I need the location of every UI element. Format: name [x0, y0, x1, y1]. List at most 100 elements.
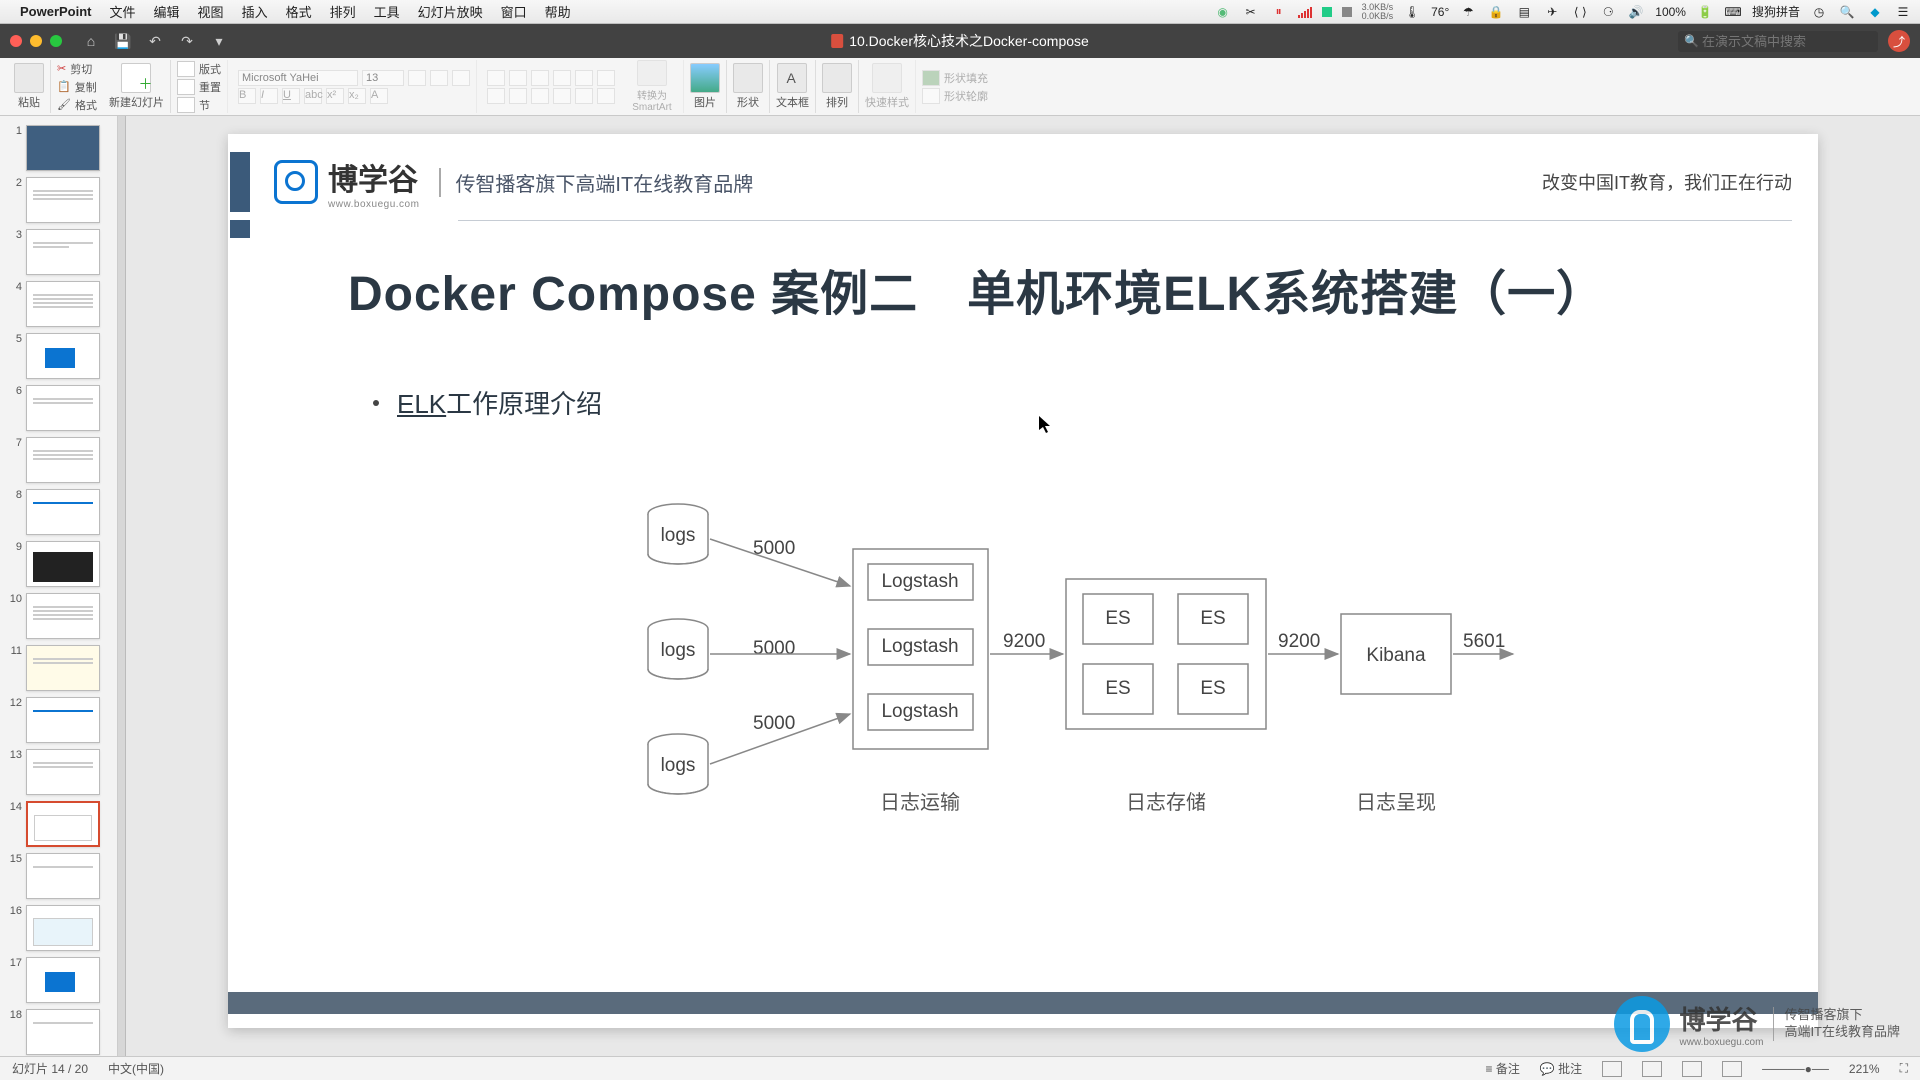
smartart-icon[interactable] — [637, 60, 667, 86]
slide-thumbnails-panel[interactable]: 1 2 3 4 5 6 7 8 9 10 11 12 13 14 15 16 1… — [0, 116, 118, 1056]
format-painter-label[interactable]: 格式 — [75, 97, 97, 113]
home-icon[interactable]: ⌂ — [82, 32, 100, 50]
zoom-pct[interactable]: 221% — [1849, 1062, 1880, 1076]
menu-insert[interactable]: 插入 — [242, 2, 268, 21]
slide-thumb-12[interactable] — [26, 697, 100, 743]
app-name[interactable]: PowerPoint — [20, 4, 92, 19]
slide-thumb-10[interactable] — [26, 593, 100, 639]
slide-thumb-16[interactable] — [26, 905, 100, 951]
thermometer-icon[interactable]: 🌡 — [1403, 5, 1421, 19]
slide-thumb-9[interactable] — [26, 541, 100, 587]
menu-edit[interactable]: 编辑 — [154, 2, 180, 21]
copy-label[interactable]: 复制 — [75, 79, 97, 95]
paste-icon[interactable] — [14, 63, 44, 93]
align-right-icon[interactable] — [531, 88, 549, 104]
battery-icon[interactable]: 🔋 — [1696, 5, 1714, 19]
indent-right-icon[interactable] — [553, 70, 571, 86]
clock-icon[interactable]: ◷ — [1810, 5, 1828, 19]
menu-arrange[interactable]: 排列 — [330, 2, 356, 21]
qa-customize-icon[interactable]: ▾ — [210, 32, 228, 50]
fit-to-window-icon[interactable]: ⛶ — [1900, 1061, 1908, 1076]
menu-format[interactable]: 格式 — [286, 2, 312, 21]
indent-left-icon[interactable] — [531, 70, 549, 86]
window-zoom-button[interactable] — [50, 35, 62, 47]
picture-icon[interactable] — [690, 63, 720, 93]
shape-outline-label[interactable]: 形状轮廓 — [944, 88, 988, 104]
status-comments[interactable]: 💬 批注 — [1540, 1060, 1582, 1077]
slide-thumb-2[interactable] — [26, 177, 100, 223]
pause-icon[interactable]: ⏸ — [1270, 5, 1288, 19]
quickstyles-icon[interactable] — [872, 63, 902, 93]
menu-slideshow[interactable]: 幻灯片放映 — [418, 2, 483, 21]
decrease-font-icon[interactable] — [430, 70, 448, 86]
align-text-icon[interactable] — [597, 88, 615, 104]
slide-thumb-1[interactable] — [26, 125, 100, 171]
menu-view[interactable]: 视图 — [198, 2, 224, 21]
arrange-icon[interactable] — [822, 63, 852, 93]
new-slide-icon[interactable]: ＋ — [121, 63, 151, 93]
slide-thumb-5[interactable] — [26, 333, 100, 379]
redo-icon[interactable]: ↷ — [178, 32, 196, 50]
volume-icon[interactable]: 🔊 — [1627, 5, 1645, 19]
spotlight-icon[interactable]: 🔍 — [1838, 5, 1856, 19]
slide-thumb-6[interactable] — [26, 385, 100, 431]
shape-fill-label[interactable]: 形状填充 — [944, 70, 988, 86]
undo-icon[interactable]: ↶ — [146, 32, 164, 50]
layout-label[interactable]: 版式 — [199, 61, 221, 77]
gray-indicator-icon[interactable] — [1342, 7, 1352, 17]
slide-thumb-4[interactable] — [26, 281, 100, 327]
notifications-icon[interactable]: ☰ — [1894, 5, 1912, 19]
umbrella-icon[interactable]: ☂ — [1459, 5, 1477, 19]
status-language[interactable]: 中文(中国) — [108, 1060, 164, 1077]
reset-label[interactable]: 重置 — [199, 79, 221, 95]
slide-thumb-7[interactable] — [26, 437, 100, 483]
bold-icon[interactable]: B — [238, 88, 256, 104]
text-direction-icon[interactable] — [597, 70, 615, 86]
keyboard-icon[interactable]: ⌨ — [1724, 5, 1742, 19]
slideshow-view-icon[interactable] — [1722, 1061, 1742, 1077]
slide-thumb-3[interactable] — [26, 229, 100, 275]
numbering-icon[interactable] — [509, 70, 527, 86]
textbox-icon[interactable]: A — [777, 63, 807, 93]
slide[interactable]: 博学谷 www.boxuegu.com 传智播客旗下高端IT在线教育品牌 改变中… — [228, 134, 1818, 1028]
plane-icon[interactable]: ✈ — [1543, 5, 1561, 19]
window-minimize-button[interactable] — [30, 35, 42, 47]
status-notes[interactable]: ≡ 备注 — [1485, 1060, 1519, 1077]
subscript-icon[interactable]: x₂ — [348, 88, 366, 104]
menu-tools[interactable]: 工具 — [374, 2, 400, 21]
menu-file[interactable]: 文件 — [110, 2, 136, 21]
slide-thumb-15[interactable] — [26, 853, 100, 899]
menu-help[interactable]: 帮助 — [545, 2, 571, 21]
italic-icon[interactable]: I — [260, 88, 278, 104]
activity-bars-icon[interactable] — [1298, 6, 1312, 18]
window-close-button[interactable] — [10, 35, 22, 47]
wifi-icon[interactable]: ⚆ — [1599, 5, 1617, 19]
zoom-slider[interactable]: ─────●── — [1762, 1062, 1829, 1076]
shapes-icon[interactable] — [733, 63, 763, 93]
slide-thumb-8[interactable] — [26, 489, 100, 535]
anglebrackets-icon[interactable]: ⟨ ⟩ — [1571, 5, 1589, 19]
green-indicator-icon[interactable] — [1322, 7, 1332, 17]
hammer-icon[interactable]: ▤ — [1515, 5, 1533, 19]
share-button[interactable]: ⤴ — [1888, 30, 1910, 52]
bullets-icon[interactable] — [487, 70, 505, 86]
normal-view-icon[interactable] — [1602, 1061, 1622, 1077]
sorter-view-icon[interactable] — [1642, 1061, 1662, 1077]
slide-thumb-17[interactable] — [26, 957, 100, 1003]
chat-icon[interactable]: ◆ — [1866, 5, 1884, 19]
slide-thumb-13[interactable] — [26, 749, 100, 795]
slide-thumb-11[interactable] — [26, 645, 100, 691]
strike-icon[interactable]: abc — [304, 88, 322, 104]
reading-view-icon[interactable] — [1682, 1061, 1702, 1077]
font-size-input[interactable] — [362, 70, 404, 86]
underline-icon[interactable]: U — [282, 88, 300, 104]
slide-thumb-14[interactable] — [26, 801, 100, 847]
menu-window[interactable]: 窗口 — [501, 2, 527, 21]
panel-divider[interactable] — [118, 116, 126, 1056]
search-input[interactable] — [1678, 31, 1878, 52]
align-justify-icon[interactable] — [553, 88, 571, 104]
font-name-input[interactable] — [238, 70, 358, 86]
scissors-icon[interactable]: ✂ — [1242, 5, 1260, 19]
section-label[interactable]: 节 — [199, 97, 210, 113]
font-color-icon[interactable]: A — [370, 88, 388, 104]
